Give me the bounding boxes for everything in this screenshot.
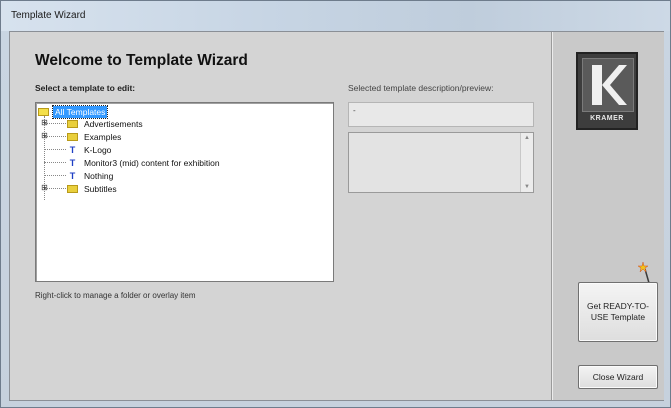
- page-title: Welcome to Template Wizard: [35, 52, 248, 69]
- preview-scrollbar[interactable]: ▲ ▼: [520, 133, 533, 192]
- template-description-field: -: [348, 102, 534, 127]
- folder-icon: [38, 107, 49, 116]
- select-template-label: Select a template to edit:: [35, 83, 136, 93]
- get-ready-template-button[interactable]: Get READY-TO-USE Template: [578, 282, 658, 342]
- tree-hint-text: Right-click to manage a folder or overla…: [35, 291, 196, 300]
- expand-icon[interactable]: ⊞: [41, 119, 48, 127]
- scroll-up-icon[interactable]: ▲: [521, 133, 533, 143]
- title-bar[interactable]: Template Wizard: [1, 1, 670, 31]
- folder-icon: [67, 184, 78, 193]
- template-wizard-window: Template Wizard Welcome to Template Wiza…: [0, 0, 671, 408]
- tree-item-label: All Templates: [51, 104, 109, 119]
- tree-item-monitor3[interactable]: T Monitor3 (mid) content for exhibition: [67, 156, 222, 169]
- scroll-down-icon[interactable]: ▼: [521, 182, 533, 192]
- expand-icon[interactable]: ⊞: [41, 184, 48, 192]
- tree-item-examples[interactable]: Examples: [67, 130, 123, 143]
- wizard-client-area: Welcome to Template Wizard Select a temp…: [9, 31, 664, 401]
- template-item-icon: T: [69, 144, 76, 155]
- tree-item-label: Subtitles: [84, 183, 117, 194]
- magic-wand-icon: [638, 261, 650, 284]
- description-value: -: [353, 106, 356, 115]
- kramer-k-icon: [582, 58, 634, 112]
- tree-item-k-logo[interactable]: T K-Logo: [67, 143, 113, 156]
- tree-item-label: Nothing: [84, 170, 114, 181]
- tree-item-label: Examples: [84, 131, 122, 142]
- kramer-logo: KRAMER: [576, 52, 638, 130]
- template-item-icon: T: [69, 170, 76, 181]
- tree-item-advertisements[interactable]: Advertisements: [67, 117, 145, 130]
- description-label: Selected template description/preview:: [348, 83, 494, 93]
- template-item-icon: T: [69, 157, 76, 168]
- tree-item-label: Monitor3 (mid) content for exhibition: [84, 157, 220, 168]
- main-panel: Welcome to Template Wizard Select a temp…: [10, 32, 551, 400]
- logo-text: KRAMER: [590, 115, 624, 122]
- tree-item-label: Advertisements: [84, 118, 143, 129]
- tree-item-label: K-Logo: [84, 144, 112, 155]
- tree-connector-line: [44, 175, 66, 176]
- template-preview-area: ▲ ▼: [348, 132, 534, 193]
- close-wizard-button[interactable]: Close Wizard: [578, 365, 658, 389]
- wizard-sidebar: KRAMER Get READY-TO-USE Template Close W…: [551, 32, 664, 400]
- window-title: Template Wizard: [11, 10, 86, 21]
- tree-item-nothing[interactable]: T Nothing: [67, 169, 115, 182]
- tree-connector-line: [44, 149, 66, 150]
- expand-icon[interactable]: ⊞: [41, 132, 48, 140]
- template-tree[interactable]: All Templates ⊞ Advertisements ⊞ Example…: [35, 102, 334, 282]
- kramer-k-glyph: [583, 59, 633, 111]
- folder-icon: [67, 132, 78, 141]
- tree-item-subtitles[interactable]: Subtitles: [67, 182, 119, 195]
- folder-icon: [67, 119, 78, 128]
- tree-connector-line: [44, 162, 66, 163]
